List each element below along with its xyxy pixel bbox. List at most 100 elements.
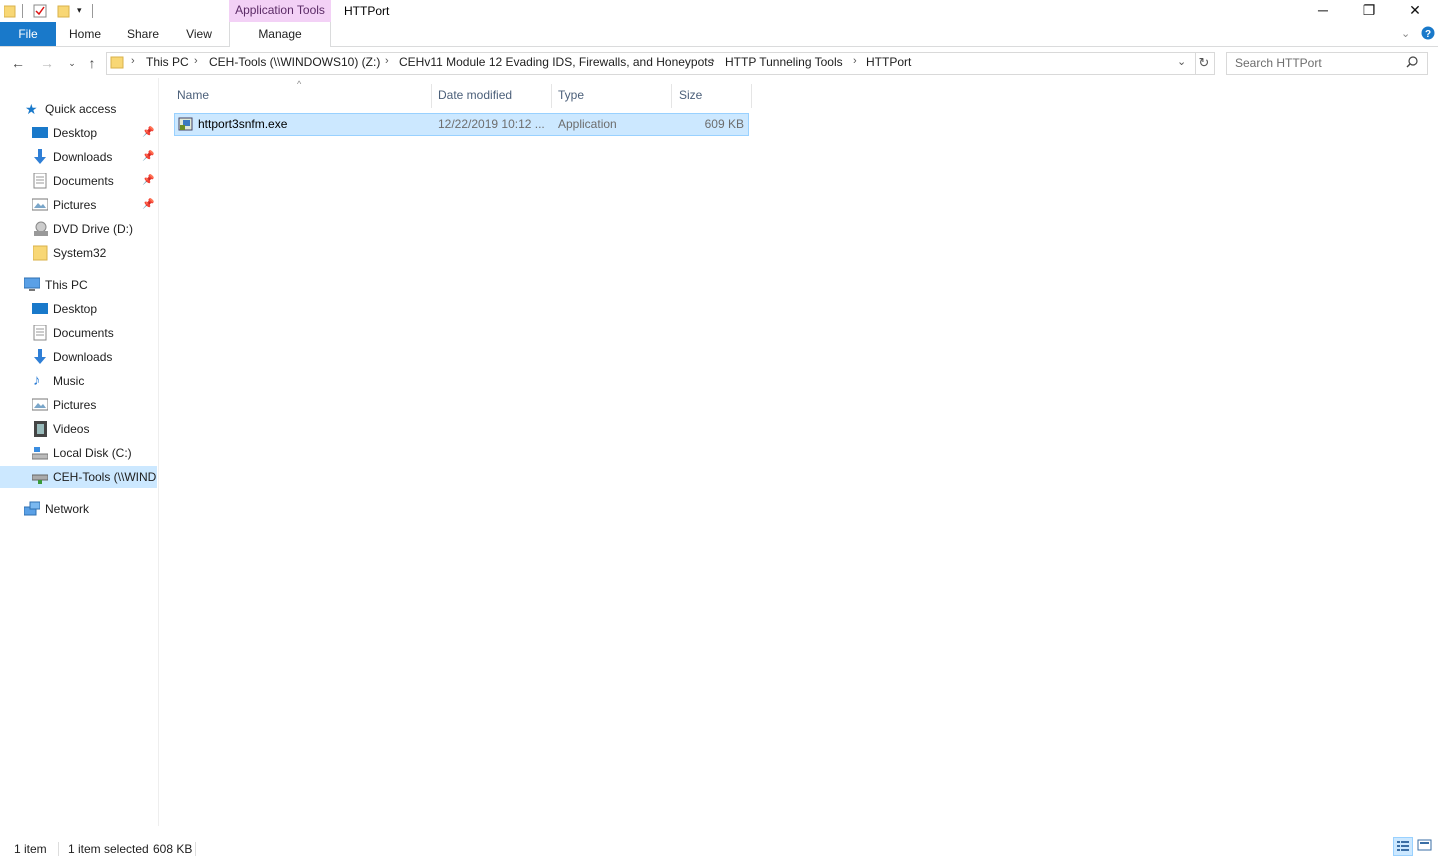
sidebar-item-pc-documents[interactable]: Documents [0, 322, 157, 344]
pictures-icon [32, 398, 48, 411]
sidebar-item-label: Videos [53, 422, 90, 436]
new-folder-icon[interactable] [57, 4, 71, 18]
sidebar-item-downloads[interactable]: Downloads 📌 [0, 146, 157, 168]
sidebar-item-pc-downloads[interactable]: Downloads [0, 346, 157, 368]
sidebar-item-label: CEH-Tools (\\WIND [53, 470, 157, 484]
music-note-icon: ♪ [33, 372, 41, 389]
separator [195, 842, 196, 856]
sidebar-item-this-pc[interactable]: This PC [0, 274, 157, 296]
documents-icon [33, 173, 47, 189]
breadcrumb-http-tunneling-tools[interactable]: HTTP Tunneling Tools [725, 55, 843, 69]
sidebar-item-dvd-drive[interactable]: DVD Drive (D:) [0, 218, 157, 240]
status-selected-size: 608 KB [153, 842, 193, 856]
separator [22, 4, 23, 18]
breadcrumb-separator-icon[interactable]: › [385, 55, 389, 67]
column-header-type[interactable]: Type [558, 88, 584, 108]
sidebar-item-label: Music [53, 374, 85, 388]
file-name[interactable]: httport3snfm.exe [198, 117, 287, 131]
tab-share[interactable]: Share [118, 22, 168, 46]
sidebar-item-quick-access[interactable]: ★ Quick access [0, 98, 157, 120]
sidebar-item-network[interactable]: Network [0, 498, 157, 520]
download-arrow-icon [34, 149, 46, 164]
sidebar-item-pc-pictures[interactable]: Pictures [0, 394, 157, 416]
sidebar-item-label: Quick access [45, 102, 117, 116]
sidebar-item-ceh-tools[interactable]: CEH-Tools (\\WIND [0, 466, 157, 488]
tab-view[interactable]: View [174, 22, 224, 46]
breadcrumb-separator-icon[interactable]: › [131, 55, 135, 67]
restore-button[interactable]: ❐ [1346, 0, 1392, 22]
sidebar-item-label: Desktop [53, 302, 98, 316]
tab-file[interactable]: File [0, 22, 56, 46]
breadcrumb-separator-icon[interactable]: › [711, 55, 715, 67]
column-header-name[interactable]: Name [177, 88, 209, 108]
network-icon [24, 501, 40, 516]
folder-icon [110, 56, 124, 69]
sidebar-item-label: DVD Drive (D:) [53, 222, 133, 236]
sidebar-item-desktop[interactable]: Desktop 📌 [0, 122, 157, 144]
desktop-icon [32, 303, 48, 314]
status-bar [0, 838, 1438, 856]
file-type: Application [558, 117, 617, 131]
sidebar-item-system32[interactable]: System32 [0, 242, 157, 264]
forward-arrow-icon[interactable]: → [38, 53, 56, 73]
details-view-icon[interactable] [1393, 837, 1413, 856]
sidebar-item-label: System32 [53, 246, 107, 260]
hard-drive-icon [32, 447, 48, 460]
computer-icon [24, 277, 40, 291]
sidebar-item-label: Downloads [53, 350, 113, 364]
status-item-count: 1 item [14, 842, 47, 856]
close-button[interactable]: ✕ [1392, 0, 1438, 22]
column-divider[interactable] [551, 84, 552, 108]
search-icon[interactable] [1406, 56, 1418, 68]
breadcrumb-this-pc[interactable]: This PC [146, 55, 189, 69]
folder-icon [33, 245, 48, 261]
context-tab-application-tools: Application Tools [229, 0, 331, 22]
breadcrumb-separator-icon[interactable]: › [194, 55, 198, 67]
large-icons-view-icon[interactable] [1416, 837, 1434, 854]
minimize-button[interactable]: ─ [1300, 0, 1346, 22]
tab-home[interactable]: Home [60, 22, 110, 46]
sidebar-item-label: Documents [53, 326, 114, 340]
sort-ascending-icon: ^ [297, 79, 302, 89]
sidebar-item-local-disk[interactable]: Local Disk (C:) [0, 442, 157, 464]
help-icon[interactable]: ? [1421, 26, 1435, 40]
pin-icon: 📌 [142, 127, 155, 138]
pin-icon: 📌 [142, 199, 155, 210]
folder-icon [4, 5, 16, 18]
status-selected-count: 1 item selected [68, 842, 149, 856]
pin-icon: 📌 [142, 151, 155, 162]
column-divider[interactable] [751, 84, 752, 108]
download-arrow-icon [34, 349, 46, 364]
breadcrumb-ceh-tools[interactable]: CEH-Tools (\\WINDOWS10) (Z:) [209, 55, 380, 69]
up-arrow-icon[interactable]: ↑ [83, 53, 101, 73]
breadcrumb-separator-icon[interactable]: › [853, 55, 857, 67]
sidebar-item-documents[interactable]: Documents 📌 [0, 170, 157, 192]
sidebar-item-label: Network [45, 502, 90, 516]
back-arrow-icon[interactable]: ← [9, 53, 27, 73]
column-header-size[interactable]: Size [679, 88, 702, 108]
customize-toolbar-icon[interactable]: ▾ [77, 5, 82, 16]
breadcrumb-module-12[interactable]: CEHv11 Module 12 Evading IDS, Firewalls,… [399, 55, 714, 69]
pin-icon: 📌 [142, 175, 155, 186]
sidebar-item-pc-desktop[interactable]: Desktop [0, 298, 157, 320]
file-size: 609 KB [704, 117, 744, 131]
documents-icon [33, 325, 47, 341]
column-divider[interactable] [431, 84, 432, 108]
column-divider[interactable] [671, 84, 672, 108]
separator [58, 842, 59, 856]
breadcrumb-httport[interactable]: HTTPort [866, 55, 911, 69]
column-header-date-modified[interactable]: Date modified [438, 88, 512, 108]
sidebar-item-music[interactable]: ♪ Music [0, 370, 157, 392]
tab-manage[interactable]: Manage [229, 22, 331, 47]
sidebar-item-videos[interactable]: Videos [0, 418, 157, 440]
properties-icon[interactable] [33, 4, 47, 18]
sidebar-item-label: Downloads [53, 150, 113, 164]
refresh-icon[interactable]: ↻ [1194, 52, 1215, 75]
search-input[interactable]: Search HTTPort [1235, 56, 1322, 70]
sidebar-item-pictures[interactable]: Pictures 📌 [0, 194, 157, 216]
recent-locations-chevron-icon[interactable]: ⌄ [63, 53, 81, 73]
sidebar-item-label: Pictures [53, 398, 97, 412]
address-dropdown-chevron-icon[interactable]: ⌄ [1177, 55, 1186, 68]
chevron-down-icon[interactable]: ⌄ [1401, 27, 1410, 40]
pictures-icon [32, 198, 48, 211]
